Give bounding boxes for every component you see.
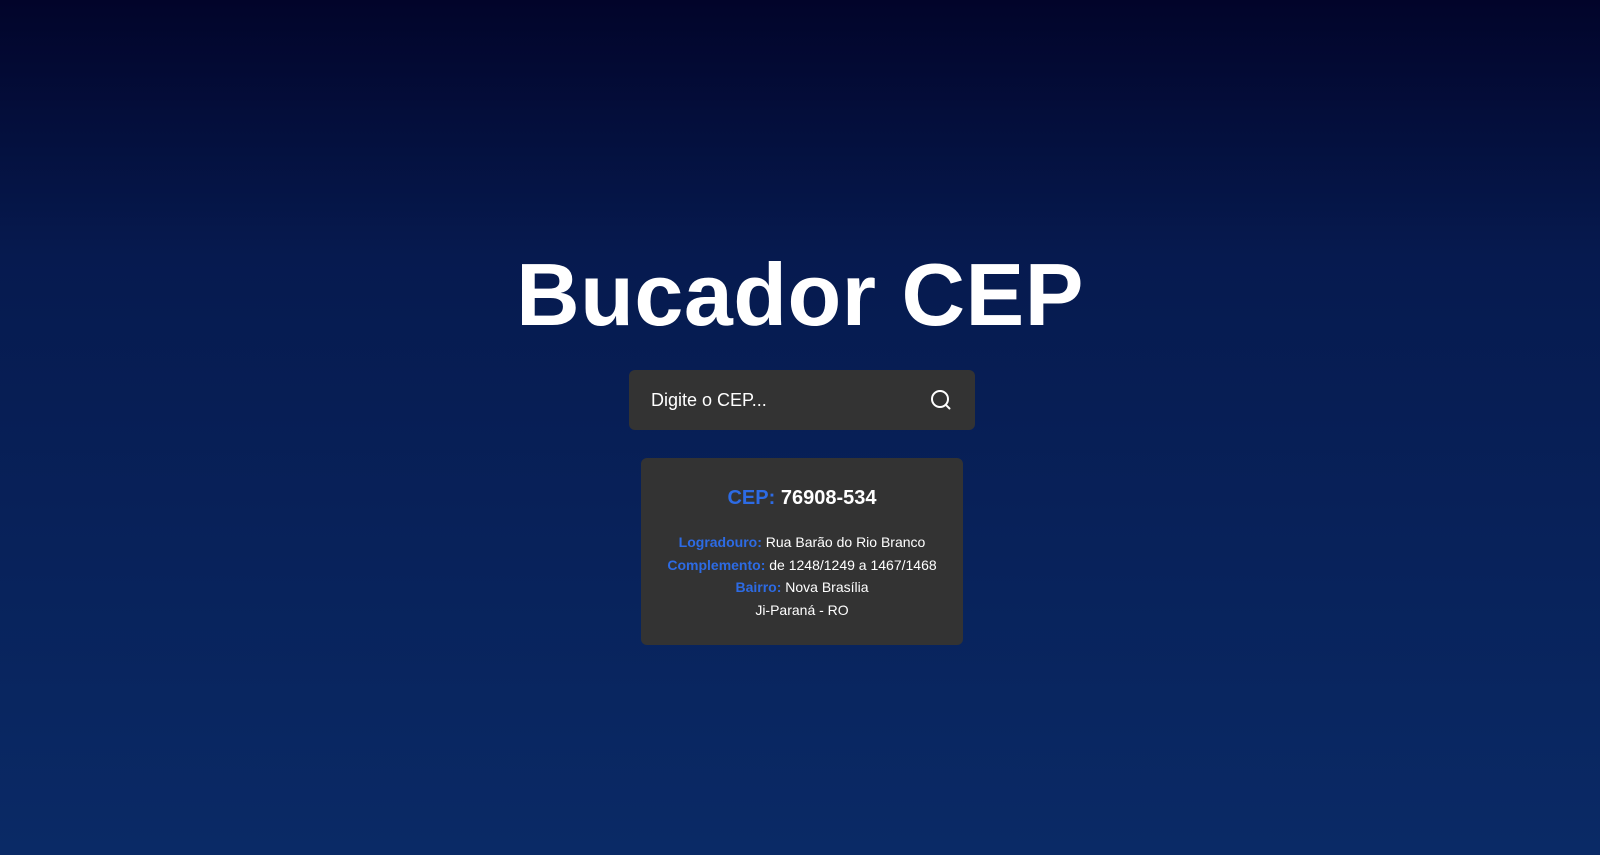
complemento-value: de 1248/1249 a 1467/1468	[769, 556, 937, 573]
search-icon	[931, 390, 951, 410]
cep-heading: CEP: 76908-534	[641, 485, 963, 511]
complemento-row: Complemento: de 1248/1249 a 1467/1468	[641, 554, 963, 577]
search-box	[629, 370, 975, 430]
cep-label: CEP:	[727, 487, 776, 509]
cep-value: 76908-534	[780, 487, 877, 509]
complemento-label: Complemento:	[667, 556, 766, 573]
logradouro-value: Rua Barão do Rio Branco	[765, 534, 926, 550]
cidade-uf-row: Ji-Paraná - RO	[641, 599, 963, 622]
bairro-value: Nova Brasília	[785, 579, 869, 595]
logradouro-row: Logradouro: Rua Barão do Rio Branco	[641, 531, 963, 554]
cidade-uf-value: Ji-Paraná - RO	[755, 601, 849, 618]
cep-search-input[interactable]	[629, 370, 919, 430]
logradouro-label: Logradouro:	[678, 534, 762, 550]
result-card: CEP: 76908-534 Logradouro: Rua Barão do …	[641, 458, 963, 645]
bairro-label: Bairro:	[735, 579, 782, 595]
app-container: Bucador CEP CEP: 76908-534 Logradouro: R…	[0, 0, 1600, 855]
address-details: Logradouro: Rua Barão do Rio Branco Comp…	[641, 531, 963, 621]
page-title: Bucador CEP	[516, 245, 1084, 344]
search-button[interactable]	[921, 380, 961, 420]
bairro-row: Bairro: Nova Brasília	[641, 576, 963, 599]
